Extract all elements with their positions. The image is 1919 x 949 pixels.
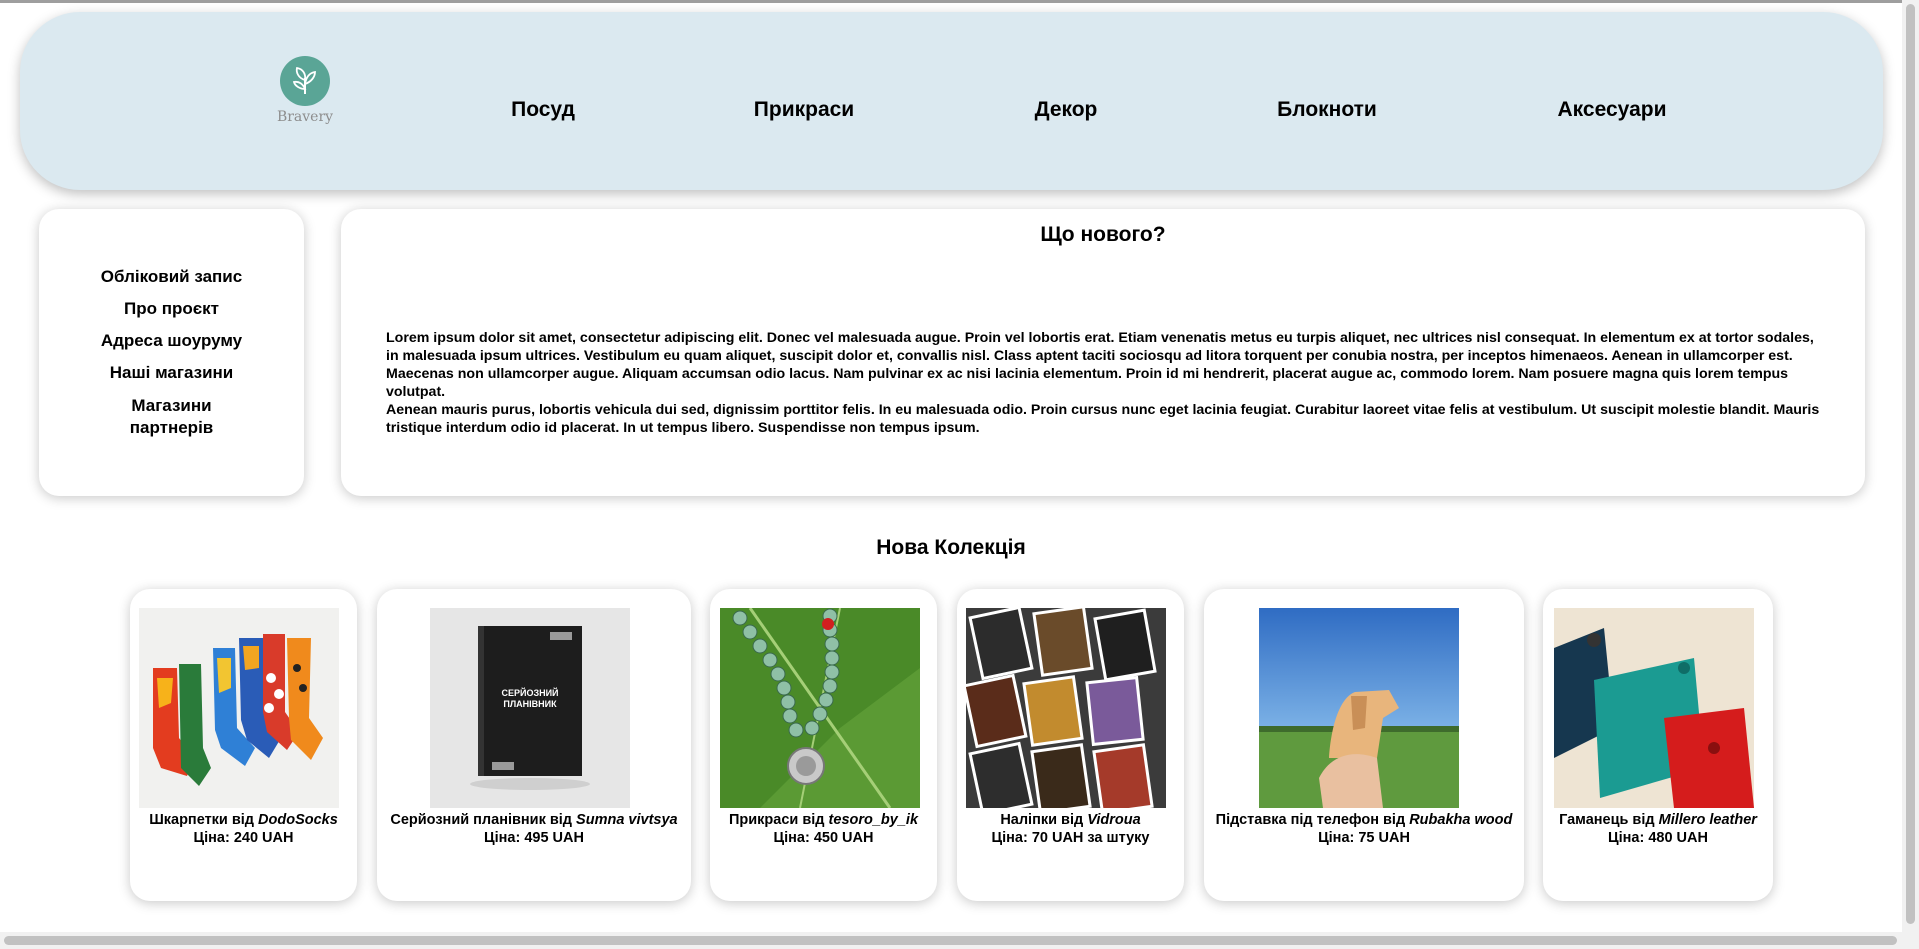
product-name: Шкарпетки від (149, 812, 255, 828)
news-panel: Що нового? Lorem ipsum dolor sit amet, c… (341, 209, 1865, 496)
logo-text: Bravery (276, 109, 334, 125)
scrollbar-thumb[interactable] (1906, 4, 1915, 924)
nav-item-aksesuary[interactable]: Аксесуари (1558, 98, 1667, 122)
product-name: Наліпки від (1000, 812, 1084, 828)
logo[interactable]: Bravery (250, 56, 360, 138)
product-name: Серйозний планівник від (390, 812, 573, 828)
product-card[interactable]: Шкарпетки від DodoSocks Ціна: 240 UAH (130, 589, 357, 901)
nav-item-posud[interactable]: Посуд (511, 98, 575, 122)
product-price: Ціна: 240 UAH (193, 830, 294, 846)
product-card[interactable]: Прикраси від tesoro_by_ik Ціна: 450 UAH (710, 589, 937, 901)
product-price: Ціна: 480 UAH (1608, 830, 1708, 846)
sidebar-item-account[interactable]: Обліковий запис (57, 267, 286, 287)
product-caption: Прикраси від tesoro_by_ik Ціна: 450 UAH (710, 811, 937, 847)
product-price: Ціна: 75 UAH (1318, 830, 1410, 846)
wallet-image (1554, 608, 1754, 808)
product-brand: tesoro_by_ik (828, 812, 919, 828)
product-card[interactable]: СЕРЙОЗНИЙ ПЛАНІВНИК Серйозний планівник … (377, 589, 691, 901)
news-title: Що нового? (1040, 223, 1166, 246)
nav-item-prykrasy[interactable]: Прикраси (754, 98, 854, 122)
product-brand: Rubakha wood (1409, 812, 1513, 828)
product-caption: Серйозний планівник від Sumna vivtsya Ці… (377, 811, 691, 847)
socks-image (139, 608, 339, 808)
nav-item-bloknoty[interactable]: Блокноти (1277, 98, 1377, 122)
stickers-image (966, 608, 1166, 808)
product-price: Ціна: 450 UAH (773, 830, 874, 846)
nav-item-dekor[interactable]: Декор (1035, 98, 1098, 122)
collection-title: Нова Колекція (876, 536, 1026, 559)
product-name: Прикраси від (728, 812, 825, 828)
product-brand: Vidroua (1087, 812, 1141, 828)
product-price: Ціна: 70 UAH за штуку (991, 830, 1150, 846)
product-brand: Sumna vivtsya (576, 812, 678, 828)
window-top-border (0, 0, 1919, 3)
product-brand: Millero leather (1658, 812, 1757, 828)
sidebar-item-showroom[interactable]: Адреса шоуруму (57, 331, 286, 351)
product-card[interactable]: Підставка під телефон від Rubakha wood Ц… (1204, 589, 1524, 901)
news-paragraph-2: Aenean mauris purus, lobortis vehicula d… (386, 402, 1820, 436)
product-name: Гаманець від (1559, 812, 1655, 828)
product-brand: DodoSocks (258, 812, 338, 828)
planner-image: СЕРЙОЗНИЙ ПЛАНІВНИК (430, 608, 630, 808)
product-caption: Гаманець від Millero leather Ціна: 480 U… (1543, 811, 1773, 847)
site-header: Bravery Посуд Прикраси Декор Блокноти Ак… (20, 12, 1883, 190)
product-caption: Шкарпетки від DodoSocks Ціна: 240 UAH (130, 811, 357, 847)
sidebar: Обліковий запис Про проєкт Адреса шоурум… (39, 209, 304, 496)
phone-stand-image (1259, 608, 1459, 808)
vertical-scrollbar[interactable] (1902, 0, 1919, 932)
news-paragraph-1: Lorem ipsum dolor sit amet, consectetur … (386, 330, 1814, 400)
sidebar-item-partner-stores[interactable]: Магазини партнерів (107, 395, 237, 439)
product-name: Підставка під телефон від (1215, 812, 1406, 828)
sidebar-item-our-stores[interactable]: Наші магазини (57, 363, 286, 383)
product-price: Ціна: 495 UAH (484, 830, 584, 846)
leaf-icon (280, 56, 330, 106)
product-card[interactable]: Наліпки від Vidroua Ціна: 70 UAH за штук… (957, 589, 1184, 901)
planner-book-title: СЕРЙОЗНИЙ ПЛАНІВНИК (501, 688, 559, 709)
horizontal-scrollbar[interactable] (0, 932, 1919, 949)
jewelry-image (720, 608, 920, 808)
sidebar-item-about[interactable]: Про проєкт (57, 299, 286, 319)
product-card[interactable]: Гаманець від Millero leather Ціна: 480 U… (1543, 589, 1773, 901)
news-text: Lorem ipsum dolor sit amet, consectetur … (386, 329, 1821, 437)
product-caption: Наліпки від Vidroua Ціна: 70 UAH за штук… (957, 811, 1184, 847)
product-caption: Підставка під телефон від Rubakha wood Ц… (1204, 811, 1524, 847)
scrollbar-thumb[interactable] (4, 936, 1897, 945)
